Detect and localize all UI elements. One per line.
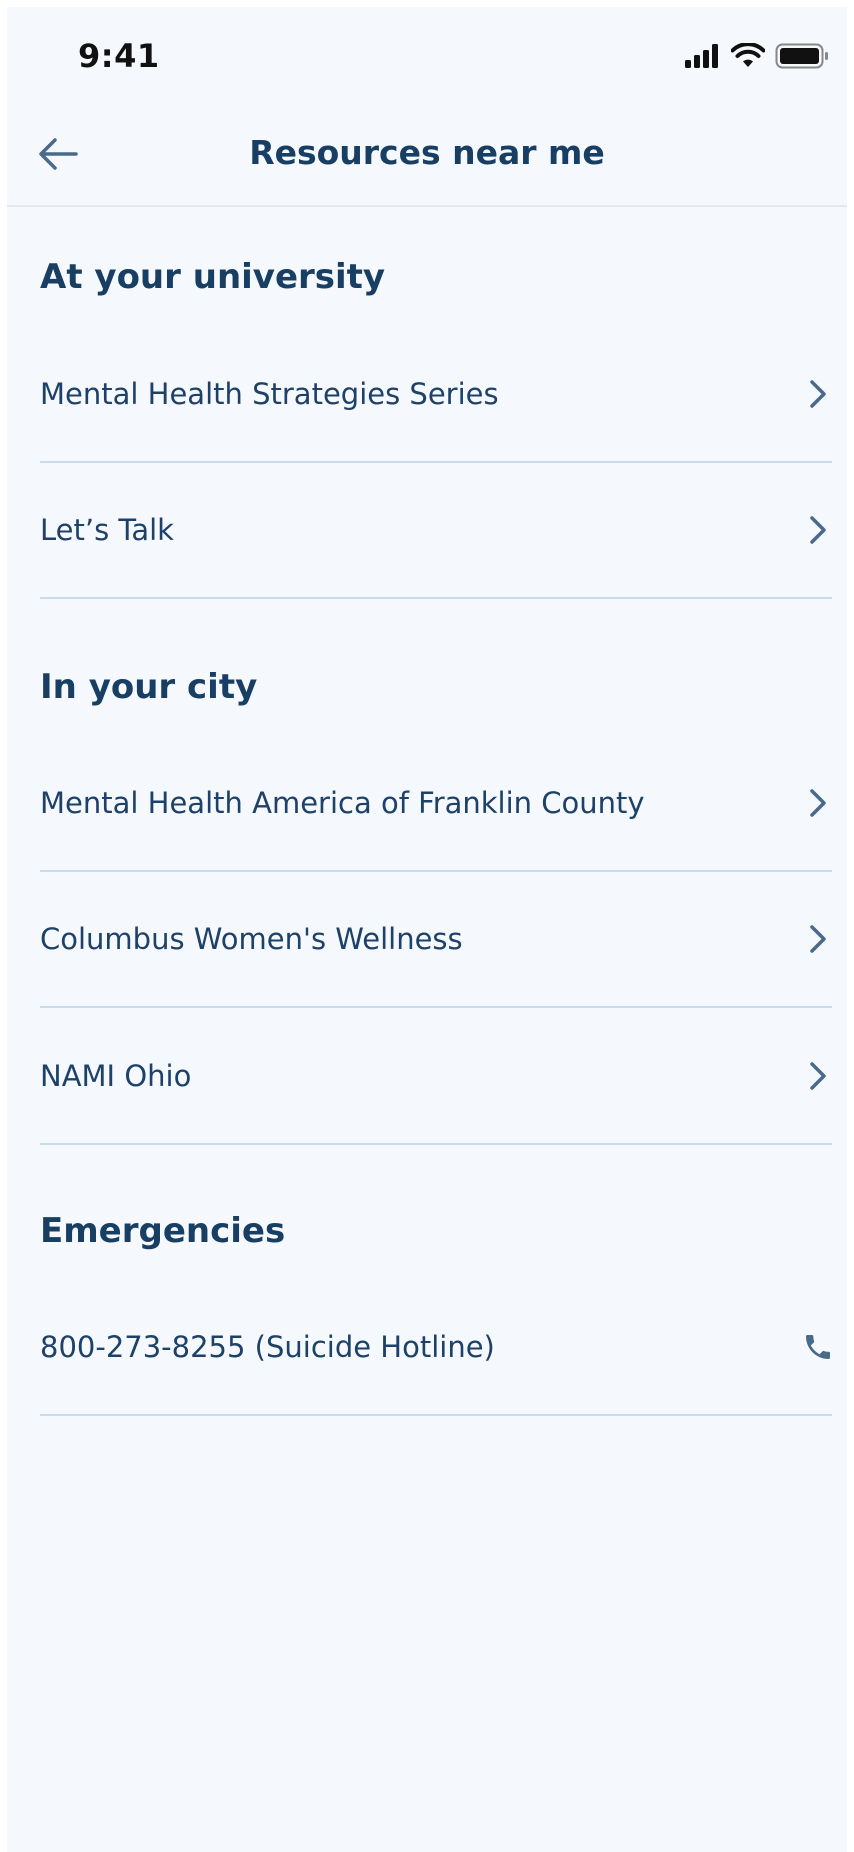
status-time: 9:41 <box>78 37 160 75</box>
list-item-mha-franklin-county[interactable]: Mental Health America of Franklin County <box>40 736 832 872</box>
list-item-label: Columbus Women's Wellness <box>40 922 463 956</box>
battery-icon <box>775 43 829 73</box>
wifi-icon <box>730 42 766 73</box>
section-heading-emergencies: Emergencies <box>40 1211 286 1251</box>
list-item-label: Mental Health Strategies Series <box>40 377 499 411</box>
chevron-right-icon <box>802 376 834 412</box>
list-item-lets-talk[interactable]: Let’s Talk <box>40 463 832 599</box>
list-item-suicide-hotline[interactable]: 800-273-8255 (Suicide Hotline) <box>40 1280 832 1416</box>
status-icons <box>685 42 829 73</box>
section-heading-university: At your university <box>40 257 386 297</box>
nav-bar: Resources near me <box>7 105 847 207</box>
page-title: Resources near me <box>249 133 605 172</box>
chevron-right-icon <box>802 1058 834 1094</box>
list-item-label: Let’s Talk <box>40 513 174 547</box>
phone-icon[interactable] <box>802 1329 834 1365</box>
chevron-right-icon <box>802 512 834 548</box>
signal-icon <box>685 44 721 72</box>
app-screen: 9:41 Resources near me At your universit… <box>7 7 847 1852</box>
list-item-nami-ohio[interactable]: NAMI Ohio <box>40 1009 832 1145</box>
list-item-label: NAMI Ohio <box>40 1059 192 1093</box>
list-item-label: 800-273-8255 (Suicide Hotline) <box>40 1330 495 1364</box>
list-item-mental-health-strategies[interactable]: Mental Health Strategies Series <box>40 327 832 463</box>
list-item-label: Mental Health America of Franklin County <box>40 786 645 820</box>
section-heading-city: In your city <box>40 667 258 707</box>
chevron-right-icon <box>802 785 834 821</box>
status-bar: 9:41 <box>7 7 847 105</box>
chevron-right-icon <box>802 921 834 957</box>
list-item-columbus-womens-wellness[interactable]: Columbus Women's Wellness <box>40 872 832 1008</box>
